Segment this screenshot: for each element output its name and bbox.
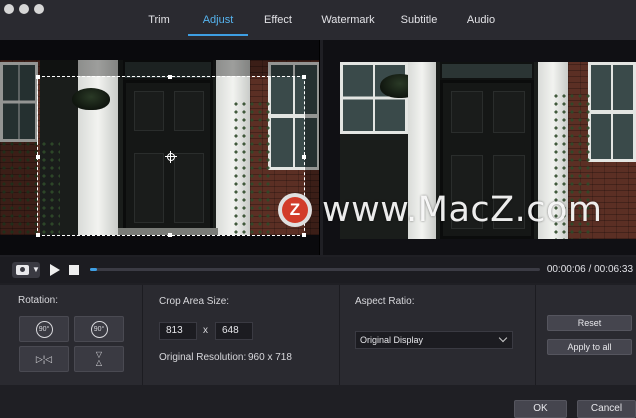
tab-watermark[interactable]: Watermark: [308, 0, 388, 40]
tab-bar: Trim Adjust Effect Watermark Subtitle Au…: [130, 0, 512, 40]
crop-handle[interactable]: [36, 233, 40, 237]
tab-effect[interactable]: Effect: [248, 0, 308, 40]
chevron-down-icon[interactable]: ▼: [32, 265, 40, 274]
tab-trim[interactable]: Trim: [130, 0, 188, 40]
crop-handle[interactable]: [302, 155, 306, 159]
crop-area[interactable]: [36, 75, 306, 237]
crosshair-icon[interactable]: [165, 151, 177, 163]
rotate-left-icon: 90°: [35, 320, 53, 338]
aspect-ratio-select[interactable]: Original Display: [355, 331, 513, 349]
crop-height-input[interactable]: 648: [215, 322, 253, 340]
watermark-text: www.MacZ.com: [322, 190, 603, 230]
watermark: Z www.MacZ.com: [278, 190, 603, 230]
tab-subtitle[interactable]: Subtitle: [388, 0, 450, 40]
reset-button[interactable]: Reset: [547, 315, 632, 331]
logo-letter: Z: [282, 197, 308, 223]
crop-handle[interactable]: [168, 75, 172, 79]
rotation-label: Rotation:: [18, 295, 59, 306]
camera-icon: [16, 265, 29, 275]
crop-area-label: Crop Area Size:: [159, 296, 230, 307]
progress-fill: [90, 268, 97, 271]
play-icon[interactable]: [50, 264, 60, 276]
crop-handle[interactable]: [36, 75, 40, 79]
snapshot-button[interactable]: ▼: [12, 262, 40, 278]
time-readout: 00:00:06 / 00:06:33: [546, 264, 633, 275]
minimize-window-button[interactable]: [19, 4, 29, 14]
flip-horizontal-button[interactable]: ▷¦◁: [19, 346, 69, 372]
flip-vertical-button[interactable]: ▽ △: [74, 346, 124, 372]
rotate-right-icon: 90°: [90, 320, 108, 338]
crop-times-label: x: [203, 325, 208, 336]
crop-section: Crop Area Size: 813 x 648 Original Resol…: [143, 285, 340, 385]
chevron-down-icon: [498, 333, 508, 343]
close-window-button[interactable]: [4, 4, 14, 14]
crop-width-input[interactable]: 813: [159, 322, 197, 340]
settings-panel: Rotation: 90° 90° ▷¦◁ ▽ △ Crop Area Size:…: [0, 285, 636, 385]
original-resolution-label: Original Resolution:: [159, 352, 247, 363]
stop-icon[interactable]: [69, 265, 79, 275]
tab-audio[interactable]: Audio: [450, 0, 512, 40]
flip-vertical-icon: ▽ △: [95, 350, 103, 367]
footer: OK Cancel: [0, 386, 636, 418]
apply-to-all-button[interactable]: Apply to all: [547, 339, 632, 355]
original-resolution-value: 960 x 718: [248, 352, 292, 363]
crop-handle[interactable]: [36, 155, 40, 159]
aspect-ratio-label: Aspect Ratio:: [355, 296, 415, 307]
aspect-ratio-value: Original Display: [360, 335, 424, 345]
zoom-window-button[interactable]: [34, 4, 44, 14]
flip-horizontal-icon: ▷¦◁: [35, 353, 53, 364]
rotation-section: Rotation: 90° 90° ▷¦◁ ▽ △: [0, 285, 143, 385]
crop-handle[interactable]: [168, 233, 172, 237]
progress-slider[interactable]: [90, 268, 540, 271]
ok-button[interactable]: OK: [514, 400, 567, 418]
original-preview: [0, 40, 320, 255]
rotate-right-button[interactable]: 90°: [74, 316, 124, 342]
crop-handle[interactable]: [302, 75, 306, 79]
crop-handle[interactable]: [302, 233, 306, 237]
playback-bar: ▼ 00:00:06 / 00:06:33: [0, 257, 636, 283]
tab-adjust[interactable]: Adjust: [188, 0, 248, 40]
rotate-left-button[interactable]: 90°: [19, 316, 69, 342]
cancel-button[interactable]: Cancel: [577, 400, 636, 418]
title-bar: Trim Adjust Effect Watermark Subtitle Au…: [0, 0, 636, 40]
macz-logo: Z: [278, 193, 312, 227]
